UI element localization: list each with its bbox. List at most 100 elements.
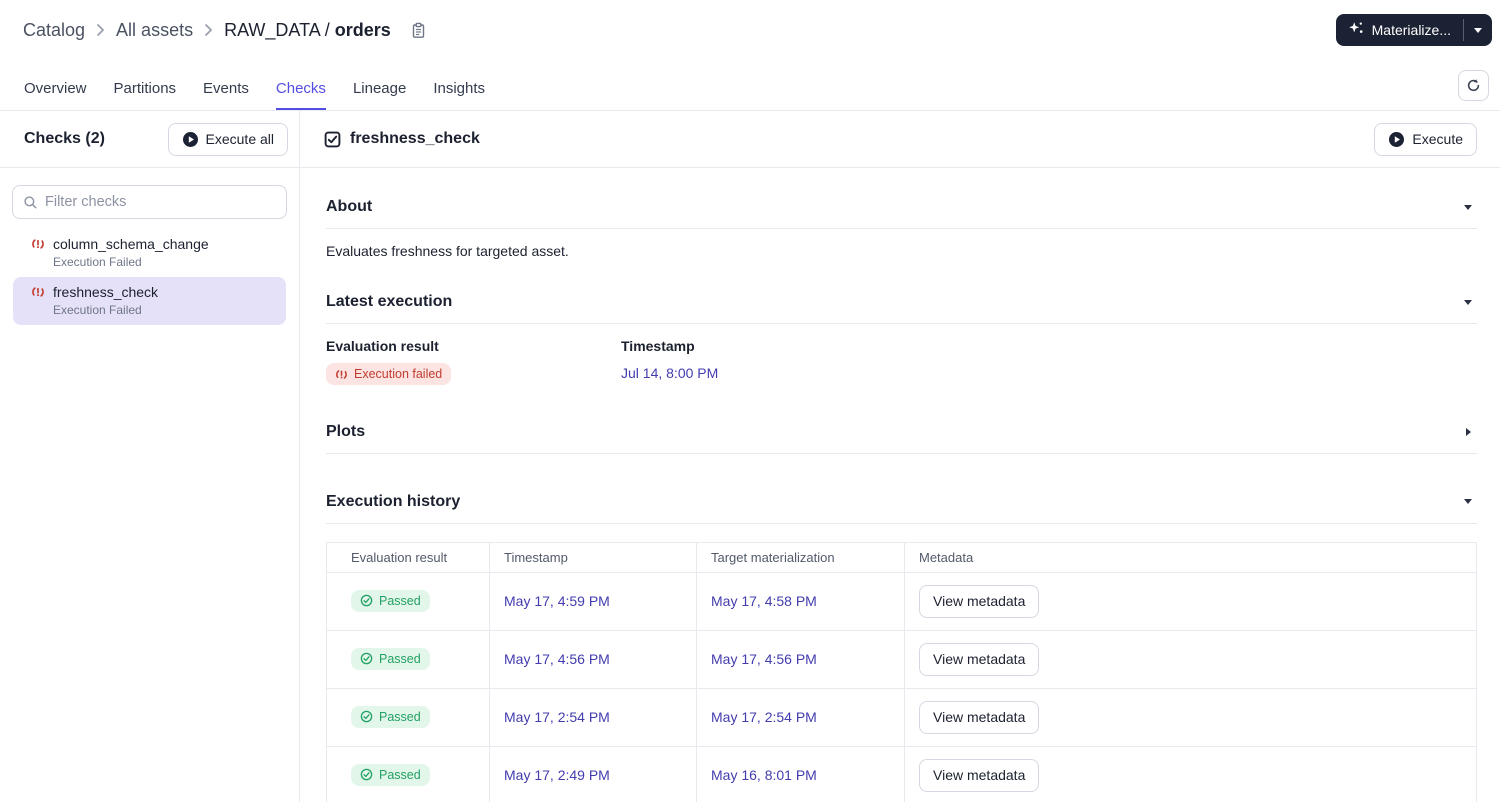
refresh-icon	[1467, 78, 1480, 91]
about-section-header: About	[326, 198, 1477, 216]
table-header-row: Evaluation result Timestamp Target mater…	[326, 541, 1477, 573]
check-circle-icon	[360, 710, 373, 723]
about-title: About	[326, 198, 373, 215]
check-detail-panel: freshness_check Execute About Evaluates …	[300, 111, 1500, 802]
chevron-right-icon	[96, 23, 105, 37]
chevron-right-icon	[204, 23, 213, 37]
search-icon	[24, 195, 37, 208]
section-divider	[326, 522, 1477, 524]
filter-checks-input[interactable]	[45, 194, 276, 210]
view-metadata-button[interactable]: View metadata	[919, 700, 1040, 734]
column-header-evaluation-result: Evaluation result	[326, 541, 490, 573]
execute-all-button[interactable]: Execute all	[167, 122, 288, 156]
column-header-metadata: Metadata	[904, 541, 1477, 573]
check-description: Evaluates freshness for targeted asset.	[326, 243, 569, 259]
view-metadata-button[interactable]: View metadata	[919, 584, 1040, 618]
table-row: Passed May 17, 2:49 PM May 16, 8:01 PM V…	[326, 745, 1477, 802]
section-divider	[326, 323, 1477, 324]
materialize-button[interactable]: Materialize...	[1336, 14, 1463, 46]
table-row: Passed May 17, 4:59 PM May 17, 4:58 PM V…	[326, 571, 1477, 631]
check-circle-icon	[360, 594, 373, 607]
caret-down-icon	[1464, 299, 1472, 305]
check-circle-icon	[360, 652, 373, 665]
passed-badge: Passed	[351, 763, 430, 786]
check-status: Execution Failed	[53, 255, 142, 269]
check-box-icon	[324, 131, 341, 147]
breadcrumb-all-assets[interactable]: All assets	[116, 20, 193, 41]
caret-down-icon	[1464, 204, 1472, 210]
execution-history-title: Execution history	[326, 492, 461, 510]
section-divider	[326, 452, 1477, 454]
filter-checks-box	[12, 185, 287, 219]
breadcrumb-asset-path: RAW_DATA / orders	[224, 20, 391, 41]
collapse-execution-history-button[interactable]	[1459, 493, 1477, 511]
tab-checks[interactable]: Checks	[275, 60, 326, 110]
latest-execution-section-header: Latest execution	[326, 293, 1477, 311]
materialize-split-button: Materialize...	[1335, 14, 1492, 46]
execution-history-table: Evaluation result Timestamp Target mater…	[326, 541, 1477, 802]
play-circle-icon	[1389, 131, 1405, 147]
passed-badge: Passed	[351, 647, 430, 670]
passed-badge: Passed	[351, 705, 430, 728]
breadcrumb-asset-name[interactable]: orders	[335, 20, 391, 40]
execution-history-section-header: Execution history	[326, 493, 1477, 511]
target-materialization-link[interactable]: May 17, 2:54 PM	[711, 709, 817, 725]
tab-events[interactable]: Events	[203, 60, 249, 110]
check-name: column_schema_change	[53, 236, 209, 252]
evaluation-result-label: Evaluation result	[326, 338, 439, 354]
execution-timestamp-link[interactable]: May 17, 2:49 PM	[504, 767, 610, 783]
checks-sidebar: Checks (2) Execute all Filter checks col…	[0, 111, 300, 802]
materialize-button-label: Materialize...	[1371, 22, 1451, 38]
breadcrumb: Catalog All assets RAW_DATA / orders	[23, 20, 426, 41]
execution-failed-icon	[32, 239, 44, 249]
execution-timestamp-link[interactable]: May 17, 4:56 PM	[504, 651, 610, 667]
target-materialization-link[interactable]: May 17, 4:56 PM	[711, 651, 817, 667]
tab-overview[interactable]: Overview	[24, 60, 87, 110]
section-divider	[326, 228, 1477, 229]
target-materialization-link[interactable]: May 16, 8:01 PM	[711, 767, 817, 783]
collapse-about-button[interactable]	[1459, 198, 1477, 216]
execute-button[interactable]: Execute	[1374, 122, 1477, 156]
caret-down-icon	[1464, 499, 1472, 504]
check-list-item-column-schema-change[interactable]: column_schema_change Execution Failed	[13, 229, 286, 277]
asset-tab-bar: Overview Partitions Events Checks Lineag…	[0, 60, 1500, 111]
collapse-latest-execution-button[interactable]	[1459, 293, 1477, 311]
table-row: Passed May 17, 2:54 PM May 17, 2:54 PM V…	[326, 687, 1477, 747]
timestamp-label: Timestamp	[621, 338, 695, 354]
column-header-timestamp: Timestamp	[489, 541, 697, 573]
plots-title: Plots	[326, 422, 366, 440]
execution-failed-badge: Execution failed	[326, 363, 452, 385]
view-metadata-button[interactable]: View metadata	[919, 642, 1040, 676]
sparkle-icon	[1348, 20, 1365, 40]
check-circle-icon	[360, 768, 373, 781]
tab-lineage[interactable]: Lineage	[353, 60, 406, 110]
chevron-down-icon	[1474, 27, 1482, 33]
execution-failed-icon	[336, 369, 347, 379]
tab-partitions[interactable]: Partitions	[114, 60, 177, 110]
tab-insights[interactable]: Insights	[433, 60, 485, 110]
check-name: freshness_check	[53, 284, 159, 300]
refresh-button[interactable]	[1458, 69, 1489, 101]
target-materialization-link[interactable]: May 17, 4:58 PM	[711, 593, 817, 609]
view-metadata-button[interactable]: View metadata	[919, 758, 1040, 792]
latest-execution-timestamp-link[interactable]: Jul 14, 8:00 PM	[621, 365, 718, 381]
checks-count-title: Checks (2)	[24, 130, 105, 147]
check-list-item-freshness-check[interactable]: freshness_check Execution Failed	[13, 277, 286, 325]
passed-badge: Passed	[351, 589, 430, 612]
caret-right-icon	[1465, 427, 1471, 436]
copy-asset-name-icon[interactable]	[411, 22, 426, 39]
latest-execution-title: Latest execution	[326, 293, 453, 310]
table-row: Passed May 17, 4:56 PM May 17, 4:56 PM V…	[326, 629, 1477, 689]
materialize-dropdown-button[interactable]	[1464, 14, 1492, 46]
play-circle-icon	[182, 131, 198, 147]
check-status: Execution Failed	[53, 303, 142, 317]
execution-timestamp-link[interactable]: May 17, 2:54 PM	[504, 709, 610, 725]
execution-failed-icon	[32, 287, 44, 297]
expand-plots-button[interactable]	[1459, 423, 1477, 441]
column-header-target-materialization: Target materialization	[696, 541, 905, 573]
check-detail-title: freshness_check	[350, 130, 480, 147]
top-bar: Catalog All assets RAW_DATA / orders Mat…	[0, 0, 1500, 60]
execution-timestamp-link[interactable]: May 17, 4:59 PM	[504, 593, 610, 609]
breadcrumb-asset-group[interactable]: RAW_DATA /	[224, 20, 330, 40]
breadcrumb-catalog[interactable]: Catalog	[23, 20, 85, 41]
